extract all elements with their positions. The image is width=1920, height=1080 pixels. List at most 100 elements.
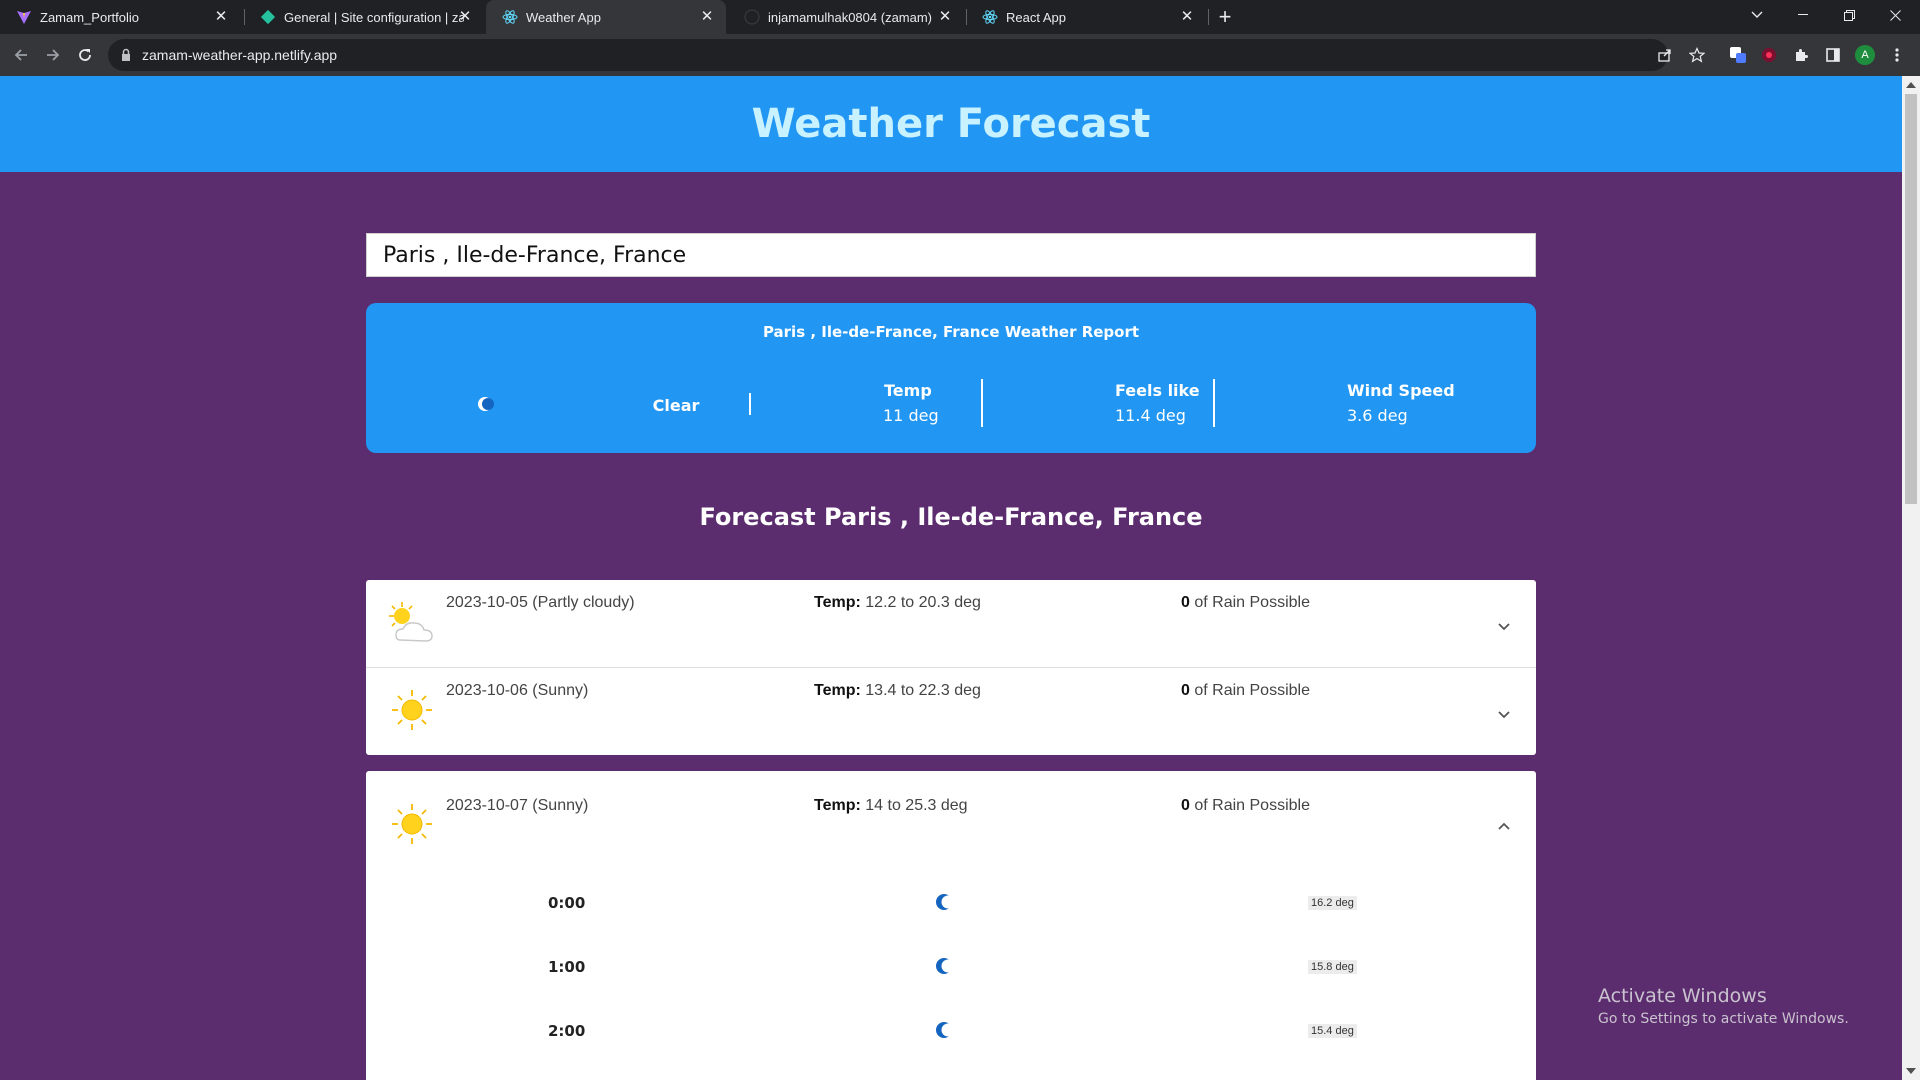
rain-count: 0 (1181, 797, 1190, 814)
close-tab-icon[interactable]: ✕ (1178, 8, 1196, 26)
chevron-down-icon[interactable] (1496, 706, 1512, 722)
extensions-button[interactable] (1789, 43, 1813, 67)
vite-icon (16, 9, 32, 25)
rain-count: 0 (1181, 594, 1190, 611)
scroll-down-arrow[interactable] (1906, 1068, 1916, 1074)
forecast-title: Forecast Paris , Ile-de-France, France (699, 503, 1203, 531)
temp-label: Temp: (814, 797, 861, 814)
minimize-button[interactable] (1780, 0, 1826, 30)
tab-weather-app[interactable]: Weather App ✕ (486, 0, 726, 34)
close-window-button[interactable] (1872, 0, 1918, 30)
forecast-rain: 0 of Rain Possible (1181, 797, 1310, 815)
puzzle-icon (1796, 49, 1808, 61)
forecast-day-row[interactable]: 2023-10-05 (Partly cloudy) Temp: 12.2 to… (366, 580, 1536, 668)
app-header: Weather Forecast (0, 76, 1902, 172)
page-scrollbar[interactable] (1902, 76, 1920, 1080)
address-bar[interactable]: zamam-weather-app.netlify.app (108, 39, 1668, 71)
forecast-date: 2023-10-06 (Sunny) (446, 682, 589, 699)
new-tab-button[interactable]: + (1212, 5, 1238, 29)
forecast-date: 2023-10-07 (Sunny) (446, 797, 589, 814)
profile-button[interactable]: A (1853, 43, 1877, 67)
divider (981, 379, 983, 427)
hourly-row: 0:00 16.2 deg (366, 892, 1536, 916)
tab-react-app[interactable]: React App ✕ (966, 0, 1206, 34)
close-tab-icon[interactable]: ✕ (456, 8, 474, 26)
scrollbar-thumb[interactable] (1905, 94, 1917, 504)
hour-temp: 16.2 deg (1308, 896, 1357, 910)
city-search[interactable] (366, 233, 1536, 277)
restore-button[interactable] (1826, 0, 1872, 30)
reload-button[interactable] (70, 40, 100, 70)
lock-icon (122, 48, 130, 61)
hourly-row: 2:00 15.4 deg (366, 1020, 1536, 1044)
moon-icon (936, 1022, 954, 1038)
close-tab-icon[interactable]: ✕ (212, 8, 230, 26)
chevron-up-icon[interactable] (1496, 819, 1512, 835)
current-temp: Temp 11 deg (883, 381, 939, 425)
forecast-temp: Temp: 13.4 to 22.3 deg (814, 682, 981, 700)
hourly-row: 1:00 15.8 deg (366, 956, 1536, 980)
reload-icon (79, 49, 91, 61)
hour-temp: 15.8 deg (1308, 960, 1357, 974)
close-tab-icon[interactable]: ✕ (936, 8, 954, 26)
minimize-icon (1798, 14, 1808, 15)
tab-title: Zamam_Portfolio (40, 9, 139, 25)
record-extension-icon (1762, 48, 1776, 62)
feels-like-value: 11.4 deg (1115, 406, 1186, 425)
forecast-temp: Temp: 14 to 25.3 deg (814, 797, 968, 815)
activate-title: Activate Windows (1598, 985, 1767, 1007)
forecast-day-expanded[interactable]: 2023-10-07 (Sunny) Temp: 14 to 25.3 deg … (366, 771, 1536, 1080)
translate-extension-icon (1730, 47, 1746, 63)
extension-record-button[interactable] (1757, 43, 1781, 67)
menu-button[interactable] (1885, 43, 1909, 67)
arrow-right-icon (47, 49, 60, 61)
extension-translate-button[interactable] (1726, 43, 1750, 67)
side-panel-icon (1826, 48, 1840, 62)
temp-range: 14 to 25.3 deg (865, 797, 968, 814)
share-button[interactable] (1653, 43, 1677, 67)
chevron-down-icon (1751, 11, 1763, 18)
wind-speed-label: Wind Speed (1347, 381, 1455, 400)
temp-range: 12.2 to 20.3 deg (865, 594, 981, 611)
tab-divider (1208, 9, 1209, 25)
bookmark-button[interactable] (1685, 43, 1709, 67)
tab-github[interactable]: injamamulhak0804 (zamam) ✕ (728, 0, 964, 34)
rain-text: of Rain Possible (1194, 594, 1310, 611)
close-icon (1889, 9, 1901, 21)
forward-button[interactable] (38, 40, 68, 70)
partly-cloudy-icon (389, 602, 433, 642)
scroll-up-arrow[interactable] (1906, 82, 1916, 88)
sun-icon (392, 804, 432, 844)
temp-range: 13.4 to 22.3 deg (865, 682, 981, 699)
hour-time: 0:00 (548, 894, 586, 912)
forecast-rain: 0 of Rain Possible (1181, 682, 1310, 700)
hour-time: 1:00 (548, 958, 586, 976)
tab-zamam-portfolio[interactable]: Zamam_Portfolio ✕ (0, 0, 240, 34)
tab-search-button[interactable] (1734, 0, 1780, 30)
tab-title: React App (1006, 9, 1066, 25)
current-weather-title: Paris , Ile-de-France, France Weather Re… (762, 323, 1140, 341)
moon-icon (936, 958, 954, 974)
temp-label: Temp: (814, 594, 861, 611)
moon-icon (936, 894, 954, 910)
chevron-down-icon[interactable] (1496, 618, 1512, 634)
forecast-date: 2023-10-05 (Partly cloudy) (446, 594, 635, 611)
back-button[interactable] (6, 40, 36, 70)
city-search-input[interactable] (367, 234, 1535, 276)
rain-count: 0 (1181, 682, 1190, 699)
avatar: A (1855, 45, 1875, 65)
activate-subtitle: Go to Settings to activate Windows. (1598, 1011, 1849, 1027)
tab-netlify-config[interactable]: General | Site configuration | zam ✕ (244, 0, 484, 34)
url-text: zamam-weather-app.netlify.app (142, 47, 338, 63)
star-icon (1689, 47, 1705, 63)
forecast-day-row[interactable]: 2023-10-06 (Sunny) Temp: 13.4 to 22.3 de… (366, 668, 1536, 755)
weather-app-page: Weather Forecast Paris , Ile-de-France, … (0, 76, 1902, 1080)
react-icon (502, 9, 518, 25)
temp-label: Temp: (814, 682, 861, 699)
tab-title: General | Site configuration | zam (284, 9, 464, 25)
page-title: Weather Forecast (751, 101, 1151, 147)
side-panel-button[interactable] (1821, 43, 1845, 67)
current-condition: Clear (652, 396, 700, 415)
close-tab-icon[interactable]: ✕ (698, 8, 716, 26)
github-icon (744, 9, 760, 25)
